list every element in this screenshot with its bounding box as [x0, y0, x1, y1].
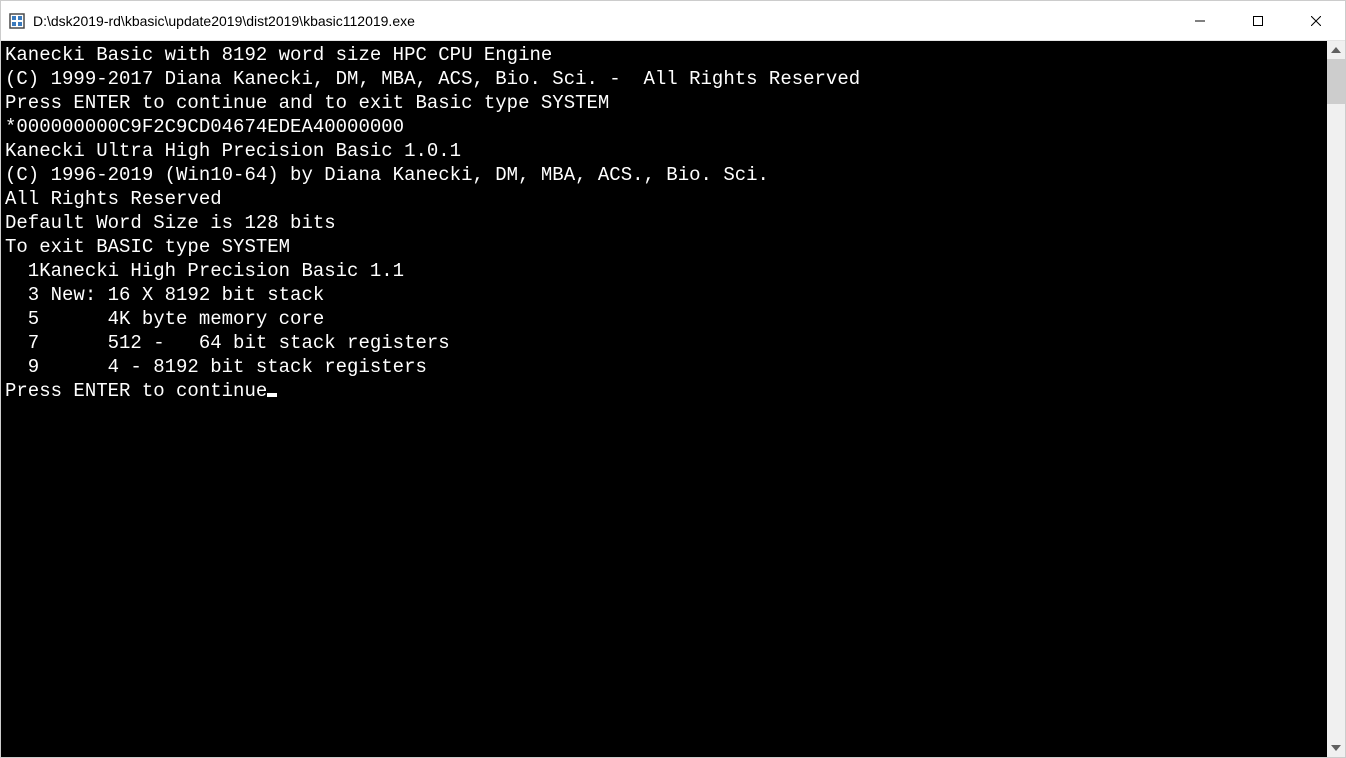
console-prompt-line: Press ENTER to continue	[5, 379, 1323, 403]
maximize-button[interactable]	[1229, 1, 1287, 40]
console-line: 7 512 - 64 bit stack registers	[5, 331, 1323, 355]
titlebar[interactable]: D:\dsk2019-rd\kbasic\update2019\dist2019…	[1, 1, 1345, 41]
console-line: To exit BASIC type SYSTEM	[5, 235, 1323, 259]
window: D:\dsk2019-rd\kbasic\update2019\dist2019…	[0, 0, 1346, 758]
console-line: Default Word Size is 128 bits	[5, 211, 1323, 235]
console-area: Kanecki Basic with 8192 word size HPC CP…	[1, 41, 1345, 757]
console-line: 3 New: 16 X 8192 bit stack	[5, 283, 1323, 307]
console-line: *000000000C9F2C9CD04674EDEA40000000	[5, 115, 1323, 139]
scroll-down-arrow[interactable]	[1327, 739, 1345, 757]
console-line: Kanecki Ultra High Precision Basic 1.0.1	[5, 139, 1323, 163]
console-output[interactable]: Kanecki Basic with 8192 word size HPC CP…	[1, 41, 1327, 757]
scrollbar-thumb[interactable]	[1327, 59, 1345, 104]
scroll-up-arrow[interactable]	[1327, 41, 1345, 59]
console-prompt-text: Press ENTER to continue	[5, 380, 267, 402]
window-controls	[1171, 1, 1345, 40]
console-line: All Rights Reserved	[5, 187, 1323, 211]
console-line: Press ENTER to continue and to exit Basi…	[5, 91, 1323, 115]
console-line: Kanecki Basic with 8192 word size HPC CP…	[5, 43, 1323, 67]
minimize-button[interactable]	[1171, 1, 1229, 40]
cursor-icon	[267, 393, 277, 397]
console-line: (C) 1996-2019 (Win10-64) by Diana Kaneck…	[5, 163, 1323, 187]
console-line: (C) 1999-2017 Diana Kanecki, DM, MBA, AC…	[5, 67, 1323, 91]
close-button[interactable]	[1287, 1, 1345, 40]
app-icon	[9, 13, 25, 29]
window-title: D:\dsk2019-rd\kbasic\update2019\dist2019…	[33, 13, 1171, 29]
console-line: 1Kanecki High Precision Basic 1.1	[5, 259, 1323, 283]
console-line: 5 4K byte memory core	[5, 307, 1323, 331]
console-line: 9 4 - 8192 bit stack registers	[5, 355, 1323, 379]
vertical-scrollbar[interactable]	[1327, 41, 1345, 757]
scrollbar-track[interactable]	[1327, 59, 1345, 739]
